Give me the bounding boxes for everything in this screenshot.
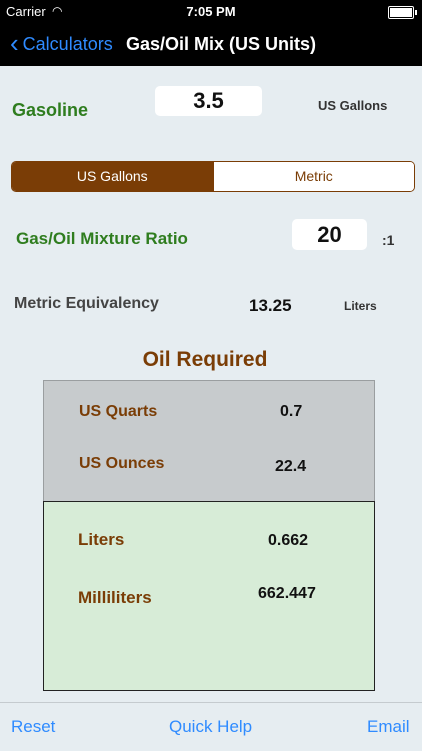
ratio-label: Gas/Oil Mixture Ratio <box>16 229 188 248</box>
metric-equivalency-value: 13.25 <box>249 296 292 315</box>
milliliters-value: 662.447 <box>258 585 316 602</box>
nav-bar: ‹ Calculators Gas/Oil Mix (US Units) <box>0 26 422 62</box>
gasoline-label: Gasoline <box>12 100 89 120</box>
us-quarts-label: US Quarts <box>79 403 158 420</box>
liters-value: 0.662 <box>268 532 309 549</box>
metric-equivalency-unit: Liters <box>344 299 377 313</box>
oil-required-title: Oil Required <box>142 348 268 371</box>
gasoline-unit: US Gallons <box>318 98 388 113</box>
ratio-suffix: :1 <box>382 232 395 248</box>
email-button[interactable]: Email <box>367 717 410 737</box>
back-label: Calculators <box>22 34 113 54</box>
bottom-toolbar: Reset Quick Help Email <box>0 702 422 751</box>
page-title: Gas/Oil Mix (US Units) <box>126 34 317 54</box>
milliliters-label: Milliliters <box>78 588 152 607</box>
us-units-panel: US Quarts 0.7 US Ounces 22.4 <box>43 380 375 502</box>
quick-help-button[interactable]: Quick Help <box>169 717 252 737</box>
ratio-input[interactable]: 20 <box>292 219 367 250</box>
status-time: 7:05 PM <box>186 4 236 19</box>
metric-units-panel: Liters 0.662 Milliliters 662.447 <box>43 501 375 691</box>
status-bar: Carrier ◠ 7:05 PM <box>0 0 422 22</box>
unit-toggle[interactable]: US Gallons Metric <box>11 161 415 192</box>
metric-equivalency-label: Metric Equivalency <box>14 295 159 312</box>
chevron-left-icon: ‹ <box>10 28 19 58</box>
us-ounces-value: 22.4 <box>275 458 307 475</box>
top-bar: Carrier ◠ 7:05 PM ‹ Calculators Gas/Oil M… <box>0 0 422 66</box>
toggle-us-gallons[interactable]: US Gallons <box>12 162 213 191</box>
main-content: Gasoline 3.5 US Gallons US Gallons Metri… <box>0 66 422 702</box>
gasoline-input[interactable]: 3.5 <box>155 86 262 116</box>
liters-label: Liters <box>78 530 125 549</box>
back-button[interactable]: ‹ Calculators <box>10 30 113 56</box>
battery-icon <box>388 6 417 19</box>
reset-button[interactable]: Reset <box>11 717 55 737</box>
us-ounces-label: US Ounces <box>79 455 165 472</box>
us-quarts-value: 0.7 <box>280 403 303 420</box>
toggle-metric[interactable]: Metric <box>212 162 414 191</box>
